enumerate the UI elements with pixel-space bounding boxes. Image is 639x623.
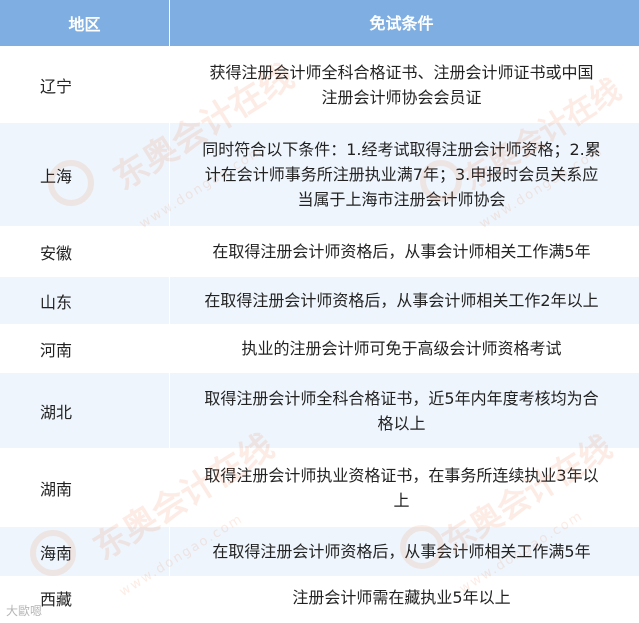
row-region: 上海 bbox=[0, 123, 170, 226]
row-condition: 在取得注册会计师资格后，从事会计师相关工作满5年 bbox=[170, 527, 639, 576]
table-row: 湖北 取得注册会计师全科合格证书，近5年内年度考核均为合 格以上 bbox=[0, 372, 639, 448]
condition-line: 注册会计师协会会员证 bbox=[321, 87, 482, 107]
row-region: 湖北 bbox=[0, 373, 170, 448]
condition-line: 执业的注册会计师可免于高级会计师资格考试 bbox=[241, 339, 562, 358]
row-region: 山东 bbox=[0, 277, 170, 324]
row-condition: 取得注册会计师执业资格证书，在事务所连续执业3年以 上 bbox=[170, 449, 639, 526]
condition-line: 注册会计师需在藏执业5年以上 bbox=[292, 588, 511, 607]
condition-line: 在取得注册会计师资格后，从事会计师相关工作2年以上 bbox=[204, 291, 599, 310]
row-condition: 执业的注册会计师可免于高级会计师资格考试 bbox=[170, 325, 639, 372]
condition-line: 计在会计师事务所注册执业满7年；3.申报时会员关系应 bbox=[204, 165, 599, 184]
table-row: 辽宁 获得注册会计师全科合格证书、注册会计师证书或中国 注册会计师协会会员证 bbox=[0, 46, 639, 122]
condition-line: 当属于上海市注册会计师协会 bbox=[297, 190, 506, 209]
condition-line: 在取得注册会计师资格后，从事会计师相关工作满5年 bbox=[212, 542, 591, 561]
row-region: 海南 bbox=[0, 527, 170, 576]
condition-line: 取得注册会计师执业资格证书，在事务所连续执业3年以 bbox=[204, 465, 599, 485]
row-condition: 注册会计师需在藏执业5年以上 bbox=[170, 577, 639, 618]
table-row: 河南 执业的注册会计师可免于高级会计师资格考试 bbox=[0, 324, 639, 372]
row-condition: 获得注册会计师全科合格证书、注册会计师证书或中国 注册会计师协会会员证 bbox=[170, 47, 639, 122]
row-condition: 在取得注册会计师资格后，从事会计师相关工作满5年 bbox=[170, 227, 639, 276]
table-row: 上海 同时符合以下条件：1.经考试取得注册会计师资格；2.累 计在会计师事务所注… bbox=[0, 122, 639, 226]
row-region: 安徽 bbox=[0, 227, 170, 276]
table-row: 海南 在取得注册会计师资格后，从事会计师相关工作满5年 bbox=[0, 526, 639, 576]
row-condition: 同时符合以下条件：1.经考试取得注册会计师资格；2.累 计在会计师事务所注册执业… bbox=[170, 123, 639, 226]
row-condition: 在取得注册会计师资格后，从事会计师相关工作2年以上 bbox=[170, 277, 639, 324]
exemption-table: 地区 免试条件 辽宁 获得注册会计师全科合格证书、注册会计师证书或中国 注册会计… bbox=[0, 0, 639, 623]
row-region: 辽宁 bbox=[0, 47, 170, 122]
row-region: 西藏 bbox=[0, 577, 170, 618]
table-row: 安徽 在取得注册会计师资格后，从事会计师相关工作满5年 bbox=[0, 226, 639, 276]
condition-line: 同时符合以下条件：1.经考试取得注册会计师资格；2.累 bbox=[202, 140, 601, 159]
table-row: 西藏 注册会计师需在藏执业5年以上 bbox=[0, 576, 639, 618]
header-region: 地区 bbox=[0, 0, 170, 46]
condition-line: 获得注册会计师全科合格证书、注册会计师证书或中国 bbox=[209, 62, 594, 82]
header-condition: 免试条件 bbox=[369, 13, 434, 33]
condition-line: 取得注册会计师全科合格证书，近5年内年度考核均为合 bbox=[204, 388, 599, 408]
condition-line: 格以上 bbox=[377, 413, 426, 433]
row-region: 河南 bbox=[0, 325, 170, 372]
table-row: 山东 在取得注册会计师资格后，从事会计师相关工作2年以上 bbox=[0, 276, 639, 324]
table-row: 湖南 取得注册会计师执业资格证书，在事务所连续执业3年以 上 bbox=[0, 448, 639, 526]
condition-line: 上 bbox=[393, 490, 410, 510]
row-condition: 取得注册会计师全科合格证书，近5年内年度考核均为合 格以上 bbox=[170, 373, 639, 448]
row-region: 湖南 bbox=[0, 449, 170, 526]
table-header: 地区 免试条件 bbox=[0, 0, 639, 46]
condition-line: 在取得注册会计师资格后，从事会计师相关工作满5年 bbox=[212, 242, 591, 261]
